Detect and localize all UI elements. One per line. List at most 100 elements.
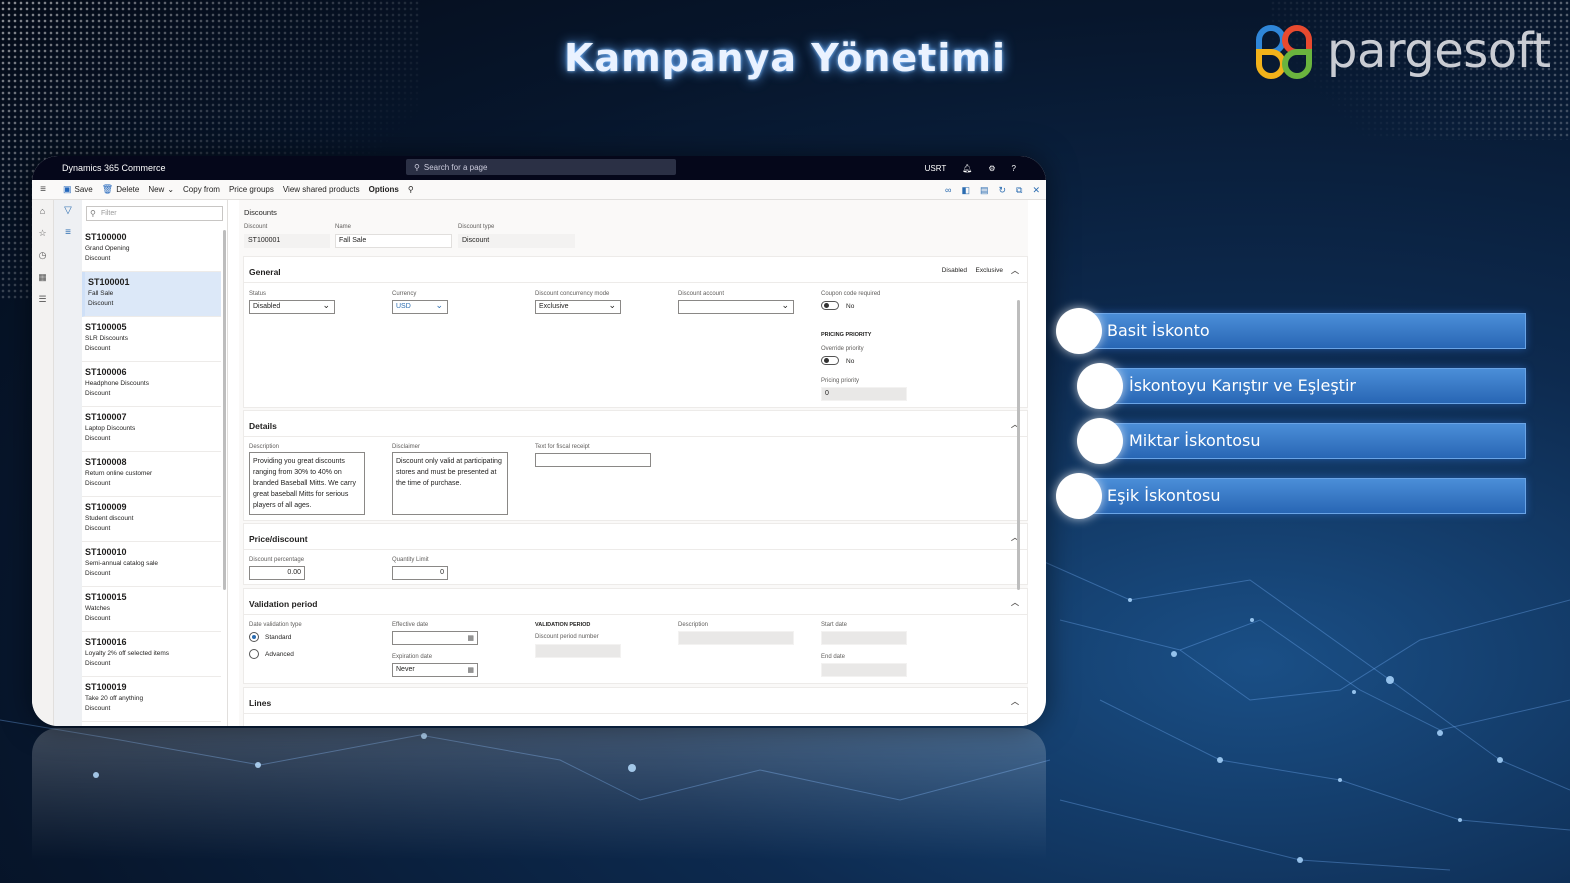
favorites-icon[interactable]: ☆ xyxy=(32,222,53,244)
close-icon[interactable]: ✕ xyxy=(1032,185,1040,196)
start-date-label: Start date xyxy=(821,622,848,628)
expiration-date-field[interactable]: Never ▦ xyxy=(392,663,478,677)
list-item[interactable]: ST100001 Fall Sale Discount xyxy=(82,272,221,317)
company-selector[interactable]: USRT xyxy=(925,164,947,173)
list-item-id: ST100010 xyxy=(85,547,127,557)
detail-scrollbar[interactable] xyxy=(1017,300,1020,590)
gear-icon[interactable]: ⚙ xyxy=(988,164,995,173)
pricing-priority-field[interactable]: 0 xyxy=(821,387,907,401)
period-number-field[interactable] xyxy=(535,644,621,658)
discount-id-label: Discount xyxy=(244,224,268,230)
list-item[interactable]: ST100016 Loyalty 2% off selected items Dis… xyxy=(82,632,221,677)
price-groups-button[interactable]: Price groups xyxy=(229,185,274,194)
menu-item-mix-match[interactable]: İskontoyu Karıştır ve Eşleştir xyxy=(1100,368,1526,404)
breadcrumb: Discounts xyxy=(244,208,277,217)
list-item-name: Return online customer xyxy=(85,470,153,477)
coupon-toggle[interactable] xyxy=(821,301,839,310)
hamburger-icon[interactable]: ≡ xyxy=(32,184,54,195)
options-tab[interactable]: Options xyxy=(369,185,399,194)
status-dropdown[interactable]: Disabled xyxy=(249,299,335,314)
coupon-label: Coupon code required xyxy=(821,291,881,297)
list-item[interactable]: ST100000 Grand Opening Discount xyxy=(82,227,221,272)
concurrency-dropdown[interactable]: Exclusive xyxy=(535,299,621,314)
validation-period-header[interactable]: Validation period ︿ xyxy=(244,589,1027,615)
list-item[interactable]: ST100005 SLR Discounts Discount xyxy=(82,317,221,362)
disclaimer-textarea[interactable]: Discount only valid at participating sto… xyxy=(392,452,508,515)
name-field[interactable]: Fall Sale xyxy=(335,234,452,248)
list-item[interactable]: ST100019 Take 20 off anything Discount xyxy=(82,677,221,722)
chevron-up-icon[interactable]: ︿ xyxy=(1011,696,1019,707)
list-filter-input[interactable]: Filter xyxy=(86,206,223,221)
price-discount-header[interactable]: Price/discount ︿ xyxy=(244,524,1027,550)
end-date-field[interactable] xyxy=(821,663,907,677)
general-header[interactable]: General Disabled Exclusive ︿ xyxy=(244,257,1027,283)
open-new-window-icon[interactable]: ⧉ xyxy=(1016,185,1022,196)
advanced-radio[interactable] xyxy=(249,649,259,659)
description-textarea[interactable]: Providing you great discounts ranging fr… xyxy=(249,452,365,515)
fiscal-text-field[interactable] xyxy=(535,453,651,467)
vp-description-field[interactable] xyxy=(678,631,794,645)
override-priority-label: Override priority xyxy=(821,346,864,352)
recent-icon[interactable]: ◷ xyxy=(32,244,53,266)
list-item-id: ST100001 xyxy=(88,277,130,287)
new-button[interactable]: New ⌄ xyxy=(148,185,174,194)
chevron-down-icon: ⌄ xyxy=(167,185,175,194)
menu-item-esik-iskontosu[interactable]: Eşik İskontosu xyxy=(1078,478,1526,514)
list-item[interactable]: ST100007 Laptop Discounts Discount xyxy=(82,407,221,452)
bell-icon[interactable]: 🔔︎ xyxy=(962,164,972,173)
discount-type-field[interactable]: Discount xyxy=(458,234,575,248)
list-item-type: Discount xyxy=(88,300,114,307)
override-priority-toggle[interactable] xyxy=(821,356,839,365)
lines-header[interactable]: Lines ︿ xyxy=(244,688,1027,714)
discount-id-field[interactable]: ST100001 xyxy=(244,234,330,248)
list-item[interactable]: ST100009 Student discount Discount xyxy=(82,497,221,542)
office-icon[interactable]: ◧ xyxy=(961,185,970,196)
workspaces-icon[interactable]: ▦ xyxy=(32,266,53,288)
link-icon[interactable]: ∞ xyxy=(945,185,951,195)
list-scrollbar[interactable] xyxy=(223,230,226,590)
attachment-icon[interactable]: ▤ xyxy=(980,185,989,196)
find-icon[interactable]: ⚲ xyxy=(408,185,414,194)
list-item[interactable]: ST100008 Return online customer Discount xyxy=(82,452,221,497)
chevron-up-icon[interactable]: ︿ xyxy=(1011,597,1019,608)
quantity-limit-field[interactable]: 0 xyxy=(392,566,448,580)
save-button[interactable]: ▣ Save xyxy=(63,184,93,195)
filter-icon[interactable]: ▽ xyxy=(54,200,82,222)
menu-item-basit-iskonto[interactable]: Basit İskonto xyxy=(1078,313,1526,349)
chevron-up-icon[interactable]: ︿ xyxy=(1011,265,1019,276)
modules-icon[interactable]: ☰ xyxy=(32,288,53,310)
list-item-id: ST100008 xyxy=(85,457,127,467)
validation-period-section: Validation period ︿ Date validation type … xyxy=(243,588,1028,684)
page-search-input[interactable]: ⚲ Search for a page xyxy=(406,159,676,175)
list-item[interactable]: ST100015 Watches Discount xyxy=(82,587,221,632)
currency-dropdown[interactable]: USD xyxy=(392,299,448,314)
refresh-icon[interactable]: ↻ xyxy=(998,185,1006,196)
discount-percentage-field[interactable]: 0.00 xyxy=(249,566,305,580)
calendar-icon[interactable]: ▦ xyxy=(467,633,474,645)
discount-account-dropdown[interactable] xyxy=(678,299,794,314)
view-shared-products-button[interactable]: View shared products xyxy=(283,185,360,194)
delete-button[interactable]: 🗑︎ Delete xyxy=(102,184,140,195)
list-item-id: ST100007 xyxy=(85,412,127,422)
list-item-type: Discount xyxy=(85,615,111,622)
home-icon[interactable]: ⌂ xyxy=(32,200,53,222)
list-item-type: Discount xyxy=(85,390,111,397)
list-item-type: Discount xyxy=(85,705,111,712)
list-item[interactable]: ST100010 Semi-annual catalog sale Discount xyxy=(82,542,221,587)
start-date-field[interactable] xyxy=(821,631,907,645)
effective-date-field[interactable]: ▦ xyxy=(392,631,478,645)
help-icon[interactable]: ? xyxy=(1012,164,1016,173)
list-view-icon[interactable]: ≡ xyxy=(54,222,82,244)
calendar-icon[interactable]: ▦ xyxy=(467,665,474,677)
copy-from-button[interactable]: Copy from xyxy=(183,185,220,194)
end-date-label: End date xyxy=(821,654,846,660)
list-item-id: ST100006 xyxy=(85,367,127,377)
list-item-name: Semi-annual catalog sale xyxy=(85,560,158,567)
details-header[interactable]: Details ︿ xyxy=(244,411,1027,437)
list-item-type: Discount xyxy=(85,525,111,532)
list-item[interactable]: ST100006 Headphone Discounts Discount xyxy=(82,362,221,407)
menu-item-miktar-iskontosu[interactable]: Miktar İskontosu xyxy=(1100,423,1526,459)
standard-radio[interactable] xyxy=(249,632,259,642)
status-summary: Disabled xyxy=(941,267,967,274)
search-icon: ⚲ xyxy=(414,162,420,172)
